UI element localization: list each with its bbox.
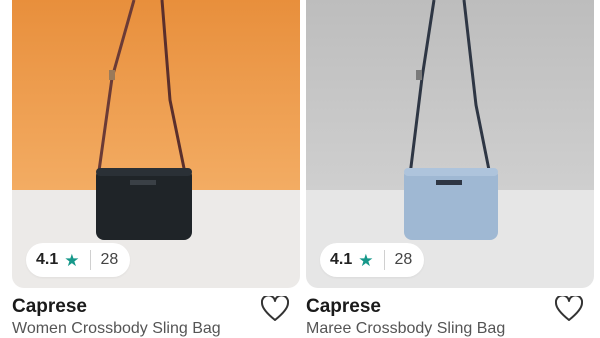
product-brand[interactable]: Caprese <box>306 296 381 318</box>
product-image[interactable]: 4.1 ★ 28 <box>306 0 594 288</box>
rating-badge: 4.1 ★ 28 <box>26 243 131 277</box>
heart-outline-icon <box>555 296 583 321</box>
divider <box>383 250 385 270</box>
product-card[interactable]: 4.1 ★ 28 Caprese Maree Crossbody Sling B… <box>306 0 594 338</box>
review-count: 28 <box>394 251 413 268</box>
star-icon: ★ <box>358 250 374 270</box>
product-title[interactable]: Maree Crossbody Sling Bag <box>306 320 505 338</box>
rating-value: 4.1 <box>330 251 353 268</box>
heart-outline-icon <box>261 296 289 321</box>
product-brand[interactable]: Caprese <box>12 296 87 318</box>
divider <box>89 250 91 270</box>
product-image[interactable]: 4.1 ★ 28 <box>12 0 300 288</box>
rating-value: 4.1 <box>36 251 59 268</box>
wishlist-button[interactable] <box>554 295 584 323</box>
star-icon: ★ <box>64 250 80 270</box>
wishlist-button[interactable] <box>260 295 290 323</box>
review-count: 28 <box>100 251 119 268</box>
product-title[interactable]: Women Crossbody Sling Bag <box>12 320 221 338</box>
product-card[interactable]: 4.1 ★ 28 Caprese Women Crossbody Sling B… <box>12 0 300 338</box>
rating-badge: 4.1 ★ 28 <box>320 243 425 277</box>
